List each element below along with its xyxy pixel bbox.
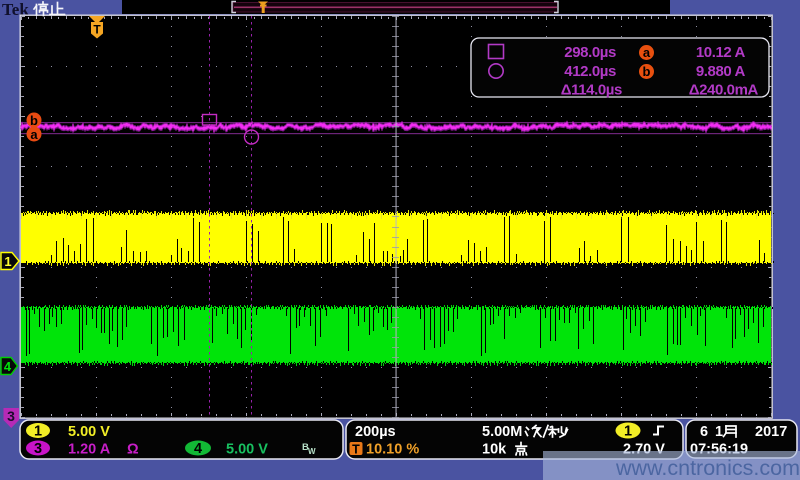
svg-text:T: T bbox=[93, 23, 101, 37]
svg-text:10.12 A: 10.12 A bbox=[696, 44, 746, 61]
svg-text:a: a bbox=[643, 45, 651, 60]
svg-text:4: 4 bbox=[194, 441, 202, 457]
svg-text:3: 3 bbox=[34, 441, 42, 457]
svg-text:T: T bbox=[352, 443, 360, 457]
svg-text:Ω: Ω bbox=[127, 442, 139, 458]
svg-text:10k: 10k bbox=[482, 442, 507, 458]
svg-text:1: 1 bbox=[624, 424, 632, 440]
svg-text:b: b bbox=[643, 64, 651, 79]
svg-text:412.0µs: 412.0µs bbox=[564, 63, 616, 80]
svg-text:6: 6 bbox=[700, 424, 708, 440]
svg-text:1: 1 bbox=[4, 254, 11, 269]
svg-text:10.10 %: 10.10 % bbox=[366, 442, 419, 458]
svg-text:a: a bbox=[30, 127, 38, 142]
svg-text:5.00M: 5.00M bbox=[482, 424, 522, 440]
svg-text:Δ114.0µs: Δ114.0µs bbox=[561, 82, 622, 99]
svg-text:5.00 V: 5.00 V bbox=[226, 442, 268, 458]
svg-text:2017: 2017 bbox=[755, 424, 787, 440]
svg-text:3: 3 bbox=[7, 408, 15, 424]
svg-text:b: b bbox=[30, 113, 38, 128]
svg-text:298.0µs: 298.0µs bbox=[564, 44, 616, 61]
svg-text:200µs: 200µs bbox=[355, 424, 396, 440]
svg-text:W: W bbox=[308, 447, 316, 456]
svg-text:9.880 A: 9.880 A bbox=[696, 63, 746, 80]
svg-text:www.cntronics.com: www.cntronics.com bbox=[615, 456, 800, 480]
svg-text:4: 4 bbox=[4, 359, 12, 374]
svg-text:5.00 V: 5.00 V bbox=[68, 424, 110, 440]
svg-text:Δ240.0mA: Δ240.0mA bbox=[689, 82, 759, 99]
svg-text:1: 1 bbox=[34, 424, 42, 440]
svg-text:1.20 A: 1.20 A bbox=[68, 442, 111, 458]
svg-text:1: 1 bbox=[715, 424, 723, 440]
